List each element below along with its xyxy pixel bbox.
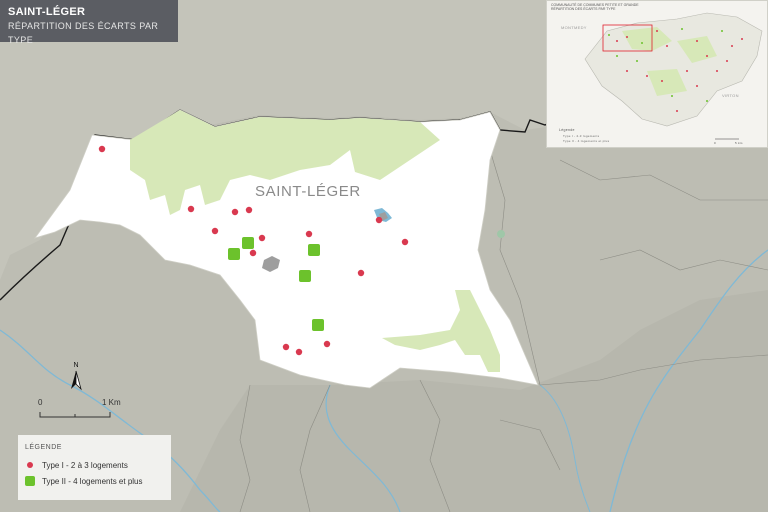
inset-legend-1: Type I - 2-3 logements [563, 134, 600, 138]
inset-marker [686, 70, 688, 72]
type-i-marker[interactable] [187, 205, 195, 213]
inset-marker [696, 85, 698, 87]
inset-label-montmedy: MONTMEDY [561, 25, 587, 30]
inset-marker [616, 55, 618, 57]
inset-marker [741, 38, 743, 40]
inset-marker [616, 40, 618, 42]
inset-marker [666, 45, 668, 47]
inset-marker [726, 60, 728, 62]
inset-marker [641, 42, 643, 44]
legend-title: LÉGENDE [25, 444, 62, 451]
inset-legend-title: Légende [559, 128, 575, 132]
square-icon [25, 476, 35, 486]
map-subtitle: RÉPARTITION DES ÉCARTS PAR TYPE [8, 21, 159, 45]
locator-inset-map[interactable]: COMMUNAUTÉ DE COMMUNES PETITE ET GRANDE … [546, 0, 768, 148]
inset-marker [681, 28, 683, 30]
inset-marker [656, 30, 658, 32]
type-i-marker[interactable] [211, 227, 219, 235]
inset-marker [731, 45, 733, 47]
legend-item-type-i: Type I - 2 à 3 logements [25, 457, 171, 473]
legend-label-type-ii: Type II - 4 logements et plus [42, 476, 143, 486]
inset-marker [706, 55, 708, 57]
type-ii-marker[interactable] [312, 319, 324, 331]
scale-line [39, 412, 111, 418]
north-label: N [73, 362, 78, 369]
type-i-marker[interactable] [245, 206, 253, 214]
type-i-marker[interactable] [401, 238, 409, 246]
inset-marker [636, 60, 638, 62]
scale-bar: 0 1 Km [38, 398, 148, 422]
inset-marker [671, 95, 673, 97]
inset-marker [706, 100, 708, 102]
legend: LÉGENDE Type I - 2 à 3 logements Type II… [18, 435, 171, 500]
inset-marker [676, 110, 678, 112]
inset-scale-start: 0 [714, 141, 716, 145]
inset-marker [661, 80, 663, 82]
title-box: SAINT-LÉGER RÉPARTITION DES ÉCARTS PAR T… [0, 0, 178, 45]
legend-label-type-i: Type I - 2 à 3 logements [42, 460, 128, 470]
inset-legend-2: Type II - 4 logements et plus [563, 139, 610, 143]
inset-marker [716, 70, 718, 72]
inset-label-virton: VIRTON [722, 93, 739, 98]
commune-label: SAINT-LÉGER [255, 183, 361, 200]
type-i-marker[interactable] [98, 145, 106, 153]
inset-marker [646, 75, 648, 77]
type-ii-marker[interactable] [299, 270, 311, 282]
inset-marker [608, 34, 610, 36]
type-i-marker[interactable] [305, 230, 313, 238]
type-i-marker[interactable] [249, 249, 257, 257]
inset-marker [721, 30, 723, 32]
small-pond [497, 230, 505, 238]
type-ii-marker[interactable] [228, 248, 240, 260]
type-i-marker[interactable] [295, 348, 303, 356]
legend-item-type-ii: Type II - 4 logements et plus [25, 473, 171, 489]
type-i-marker[interactable] [231, 208, 239, 216]
inset-map-graphic [584, 12, 763, 140]
type-i-marker[interactable] [282, 343, 290, 351]
inset-marker [696, 40, 698, 42]
type-i-marker[interactable] [258, 234, 266, 242]
inset-marker [626, 70, 628, 72]
type-ii-marker[interactable] [242, 237, 254, 249]
type-ii-marker[interactable] [308, 244, 320, 256]
type-i-marker[interactable] [357, 269, 365, 277]
inset-scale-end: 5 km [735, 141, 743, 145]
type-i-marker[interactable] [323, 340, 331, 348]
map-title: SAINT-LÉGER [8, 6, 86, 18]
north-arrow-icon: N [71, 362, 82, 391]
inset-marker [626, 36, 628, 38]
circle-icon [27, 462, 33, 468]
type-i-marker[interactable] [375, 216, 383, 224]
